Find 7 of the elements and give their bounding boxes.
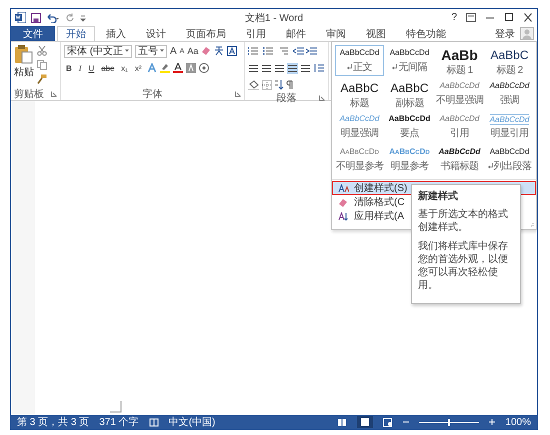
tooltip-title: 新建样式 [418, 190, 459, 203]
group-label: 剪贴板 [14, 88, 44, 101]
tooltip-text: 我们将样式库中保存您的首选外观，以便您可以再次轻松使用。 [418, 240, 509, 292]
group-label: 字体 [142, 88, 162, 101]
window-title: 文档1 - Word [244, 12, 304, 24]
group-label: 段落 [276, 92, 296, 105]
tooltip-text: 基于所选文本的格式创建样式。 [418, 208, 509, 234]
